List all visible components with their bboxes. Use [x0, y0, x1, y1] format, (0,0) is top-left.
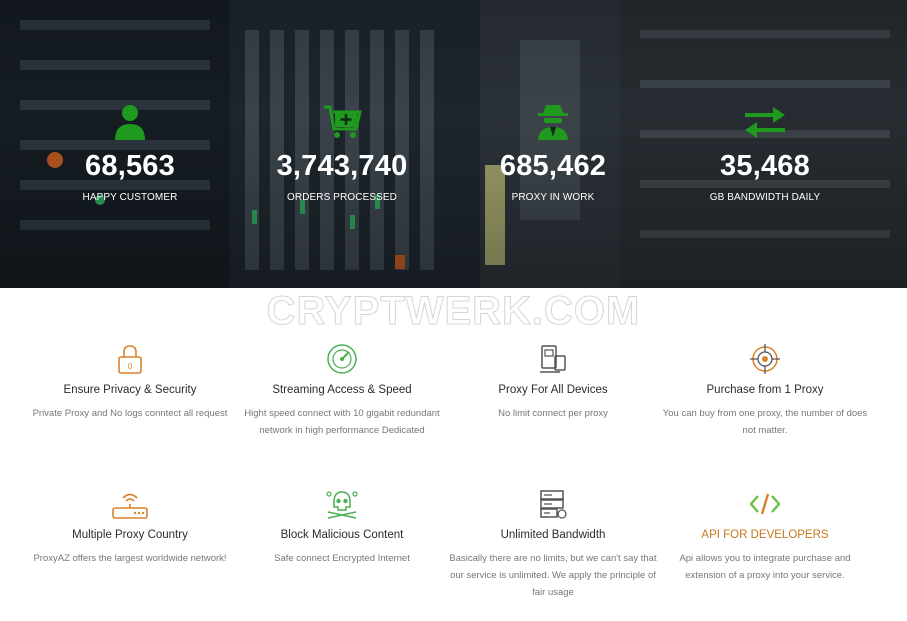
stat-label: ORDERS PROCESSED	[287, 192, 397, 203]
feature-title: Ensure Privacy & Security	[63, 384, 197, 396]
stat-proxy-in-work: 685,462 PROXY IN WORK	[453, 100, 653, 203]
devices-icon	[448, 342, 658, 376]
feature-description: No limit connect per proxy	[498, 408, 608, 419]
stat-value: 68,563	[85, 150, 175, 182]
feature-api-developers: API FOR DEVELOPERS Api allows you to int…	[660, 487, 870, 584]
stat-label: PROXY IN WORK	[511, 192, 595, 203]
feature-multiple-country: Multiple Proxy Country ProxyAZ offers th…	[25, 487, 235, 567]
stat-label: GB BANDWIDTH DAILY	[709, 192, 821, 203]
lock-icon: 0	[25, 342, 235, 376]
feature-title: Purchase from 1 Proxy	[706, 384, 824, 396]
stat-value: 35,468	[720, 150, 810, 182]
cart-icon	[242, 100, 442, 144]
skull-icon	[237, 487, 447, 521]
spy-icon	[453, 100, 653, 144]
feature-description: ProxyAZ offers the largest worldwide net…	[33, 553, 227, 564]
feature-block-malicious: Block Malicious Content Safe connect Enc…	[237, 487, 447, 567]
speed-gauge-icon	[237, 342, 447, 376]
code-icon	[660, 487, 870, 521]
feature-title: Unlimited Bandwidth	[500, 529, 606, 541]
stat-orders-processed: 3,743,740 ORDERS PROCESSED	[242, 100, 442, 203]
transfer-arrows-icon	[665, 100, 865, 144]
feature-title: Multiple Proxy Country	[72, 529, 188, 541]
stat-value: 3,743,740	[276, 150, 408, 182]
feature-unlimited-bandwidth: Unlimited Bandwidth Basically there are …	[448, 487, 658, 601]
watermark: CRYPTWERK.COM	[266, 289, 641, 334]
server-icon	[448, 487, 658, 521]
target-icon	[660, 342, 870, 376]
feature-all-devices: Proxy For All Devices No limit connect p…	[448, 342, 658, 422]
stats-banner: 68,563 HAPPY CUSTOMER 3,743,740 ORDERS P…	[0, 0, 907, 288]
feature-streaming-speed: Streaming Access & Speed Hight speed con…	[237, 342, 447, 439]
feature-title: Proxy For All Devices	[498, 384, 608, 396]
feature-description: You can buy from one proxy, the number o…	[662, 408, 868, 436]
feature-description: Basically there are no limits, but we ca…	[449, 553, 657, 598]
feature-title: Block Malicious Content	[280, 529, 404, 541]
feature-description: Private Proxy and No logs conntect all r…	[32, 408, 228, 419]
feature-description: Hight speed connect with 10 gigabit redu…	[244, 408, 440, 436]
router-icon	[25, 487, 235, 521]
user-icon	[30, 100, 230, 144]
feature-privacy-security: 0 Ensure Privacy & Security Private Prox…	[25, 342, 235, 422]
feature-purchase-one-proxy: Purchase from 1 Proxy You can buy from o…	[660, 342, 870, 439]
feature-title: API FOR DEVELOPERS	[701, 529, 829, 541]
feature-description: Safe connect Encrypted Internet	[274, 553, 410, 564]
feature-description: Api allows you to integrate purchase and…	[679, 553, 851, 581]
stat-happy-customer: 68,563 HAPPY CUSTOMER	[30, 100, 230, 203]
stat-value: 685,462	[499, 150, 607, 182]
stat-gb-bandwidth-daily: 35,468 GB BANDWIDTH DAILY	[665, 100, 865, 203]
stat-label: HAPPY CUSTOMER	[82, 192, 178, 203]
svg-text:0: 0	[128, 362, 133, 371]
feature-title: Streaming Access & Speed	[272, 384, 412, 396]
